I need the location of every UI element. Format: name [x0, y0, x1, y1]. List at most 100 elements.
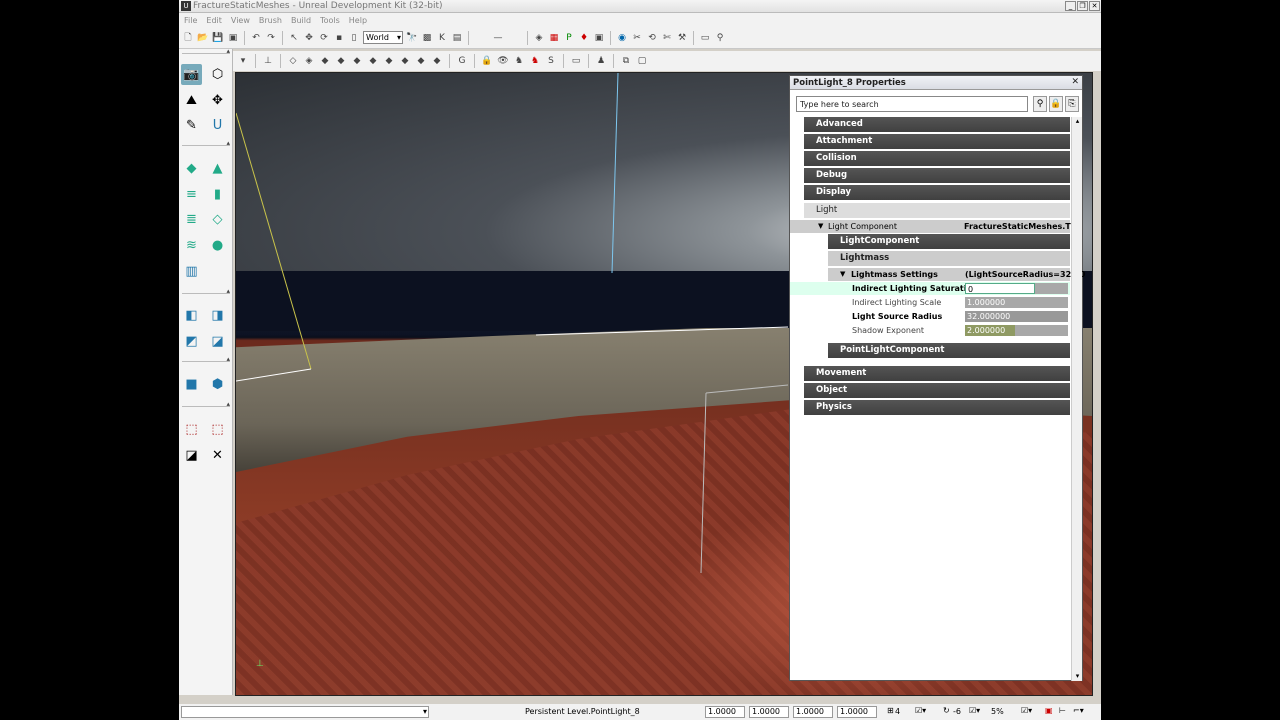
cube-icon[interactable]: ◈	[533, 32, 545, 44]
drag-grid-x[interactable]: 1.0000	[705, 706, 745, 718]
rotation-snap-icon[interactable]: ↻	[943, 706, 950, 715]
scale-nonuniform-icon[interactable]: ▯	[348, 32, 360, 44]
properties-icon[interactable]: ▤	[451, 32, 463, 44]
category-light[interactable]: Light	[804, 203, 1070, 218]
tool-b-icon[interactable]: ⟲	[646, 32, 658, 44]
build-lighting-icon[interactable]: ♦	[578, 32, 590, 44]
open-icon[interactable]: 📂	[197, 32, 209, 44]
build-all-icon[interactable]: ▣	[593, 32, 605, 44]
menu-brush[interactable]: Brush	[259, 16, 282, 25]
rotation-toggle-icon[interactable]: ☑▾	[969, 706, 980, 715]
subcategory-lightcomponent[interactable]: LightComponent	[828, 234, 1070, 249]
scale-icon[interactable]: ▪	[333, 32, 345, 44]
snap-icon[interactable]: ⌐▾	[1073, 706, 1084, 715]
scale-toggle-icon[interactable]: ☑▾	[1021, 706, 1032, 715]
add-special-icon[interactable]: ⬢	[207, 374, 228, 395]
lighting-only-icon[interactable]: ◆	[367, 55, 379, 67]
drag-icon[interactable]: ⊢	[1059, 706, 1066, 715]
slider-icon[interactable]: —	[474, 32, 522, 44]
category-movement[interactable]: Movement	[804, 366, 1070, 381]
lock-viewport-icon[interactable]: 🔒	[481, 55, 493, 67]
brush-wire-icon[interactable]: ◈	[303, 55, 315, 67]
save-all-icon[interactable]: ▣	[227, 32, 239, 44]
select-actors-icon[interactable]: ⬚	[181, 419, 202, 440]
menu-view[interactable]: View	[231, 16, 250, 25]
menu-edit[interactable]: Edit	[206, 16, 222, 25]
value-slider[interactable]	[1015, 325, 1068, 336]
curved-stairs-icon[interactable]: ≣	[181, 209, 202, 230]
chevron-down-icon[interactable]: ▾	[423, 707, 427, 717]
restore-button[interactable]: ❐	[1077, 1, 1088, 11]
expand-arrow-icon[interactable]: ▼	[818, 220, 823, 233]
tool-c-icon[interactable]: ✄	[661, 32, 673, 44]
menu-file[interactable]: File	[184, 16, 197, 25]
rotation-snap[interactable]: -6	[953, 707, 961, 716]
paths-icon[interactable]: P	[563, 32, 575, 44]
cylinder-brush-icon[interactable]: ▮	[207, 184, 228, 205]
show-selected-icon[interactable]: ◪	[181, 445, 202, 466]
play-in-viewport-icon[interactable]: ♞	[529, 55, 541, 67]
category-collision[interactable]: Collision	[804, 151, 1070, 166]
value-slider[interactable]	[1035, 283, 1068, 294]
window-icon[interactable]: ▭	[699, 32, 711, 44]
maximize-viewport-icon[interactable]: ▭	[570, 55, 582, 67]
category-display[interactable]: Display	[804, 185, 1070, 200]
wireframe-icon[interactable]: ◇	[287, 55, 299, 67]
grid-toggle-icon[interactable]: ☑▾	[915, 706, 926, 715]
redo-icon[interactable]: ↷	[265, 32, 277, 44]
menu-tools[interactable]: Tools	[320, 16, 340, 25]
shader-complexity-icon[interactable]: ◆	[415, 55, 427, 67]
coord-system-select[interactable]: World	[363, 31, 403, 44]
camera-speed-icon[interactable]: ♞	[513, 55, 525, 67]
csg-subtract-icon[interactable]: ◨	[207, 305, 228, 326]
menu-build[interactable]: Build	[291, 16, 311, 25]
texture-mode-icon[interactable]: U	[207, 115, 228, 136]
copy-icon[interactable]: ⎘	[1065, 96, 1079, 112]
scroll-up-icon[interactable]: ▴	[1073, 117, 1082, 126]
streaming-icon[interactable]: S	[545, 55, 557, 67]
sheet-brush-icon[interactable]: ◇	[207, 209, 228, 230]
drag-grid-z[interactable]: 1.0000	[793, 706, 833, 718]
stairs-brush-icon[interactable]: ≡	[181, 184, 202, 205]
unlit-icon[interactable]: ◆	[319, 55, 331, 67]
translate-icon[interactable]: ✥	[303, 32, 315, 44]
paint-mode-icon[interactable]: ✎	[181, 115, 202, 136]
csg-add-icon[interactable]: ◧	[181, 305, 202, 326]
lightmass-settings-row[interactable]: ▼ Lightmass Settings (LightSourceRadius=…	[828, 268, 1085, 281]
lock-selection-icon[interactable]: 🔒	[1049, 96, 1063, 112]
category-debug[interactable]: Debug	[804, 168, 1070, 183]
build-geometry-icon[interactable]: ▦	[548, 32, 560, 44]
lit-icon[interactable]: ◆	[335, 55, 347, 67]
scale-value[interactable]: 1.000000	[965, 297, 1068, 308]
spiral-stairs-icon[interactable]: ≋	[181, 235, 202, 256]
terrain-mode-icon[interactable]: ⛰	[181, 90, 202, 111]
move-mode-icon[interactable]: ✥	[207, 90, 228, 111]
matinee-icon[interactable]: ♟	[595, 55, 607, 67]
light-complexity-icon[interactable]: ◆	[383, 55, 395, 67]
sphere-brush-icon[interactable]: ●	[207, 235, 228, 256]
property-row[interactable]: Light Source Radius 32.000000	[790, 310, 1070, 323]
cone-brush-icon[interactable]: ▲	[207, 158, 228, 179]
volumetric-brush-icon[interactable]: ▥	[181, 261, 202, 282]
close-button[interactable]: ✕	[1089, 1, 1100, 11]
search-icon[interactable]: ⚲	[1033, 96, 1047, 112]
light-component-row[interactable]: ▼ Light Component FractureStaticMeshes.T…	[790, 220, 1082, 233]
cube-brush-icon[interactable]: ◆	[181, 158, 202, 179]
grid-size[interactable]: 4	[895, 707, 900, 716]
drag-grid-w[interactable]: 1.0000	[837, 706, 877, 718]
split-icon[interactable]: ⧉	[620, 55, 632, 67]
geometry-mode-icon[interactable]: ⬡	[207, 64, 228, 85]
autosave-icon[interactable]: ▣	[1045, 706, 1053, 715]
game-view-icon[interactable]: G	[456, 55, 468, 67]
eye-icon[interactable]: 👁	[497, 55, 509, 67]
menu-help[interactable]: Help	[349, 16, 367, 25]
new-icon[interactable]: 🗋	[182, 32, 194, 44]
save-icon[interactable]: 💾	[212, 32, 224, 44]
csg-deintersect-icon[interactable]: ◪	[207, 331, 228, 352]
detail-lighting-icon[interactable]: ◆	[351, 55, 363, 67]
tool-a-icon[interactable]: ✂	[631, 32, 643, 44]
expand-arrow-icon[interactable]: ▼	[840, 268, 845, 281]
texture-density-icon[interactable]: ◆	[399, 55, 411, 67]
scroll-down-icon[interactable]: ▾	[1073, 672, 1082, 681]
scale-snap[interactable]: 5%	[991, 707, 1004, 716]
